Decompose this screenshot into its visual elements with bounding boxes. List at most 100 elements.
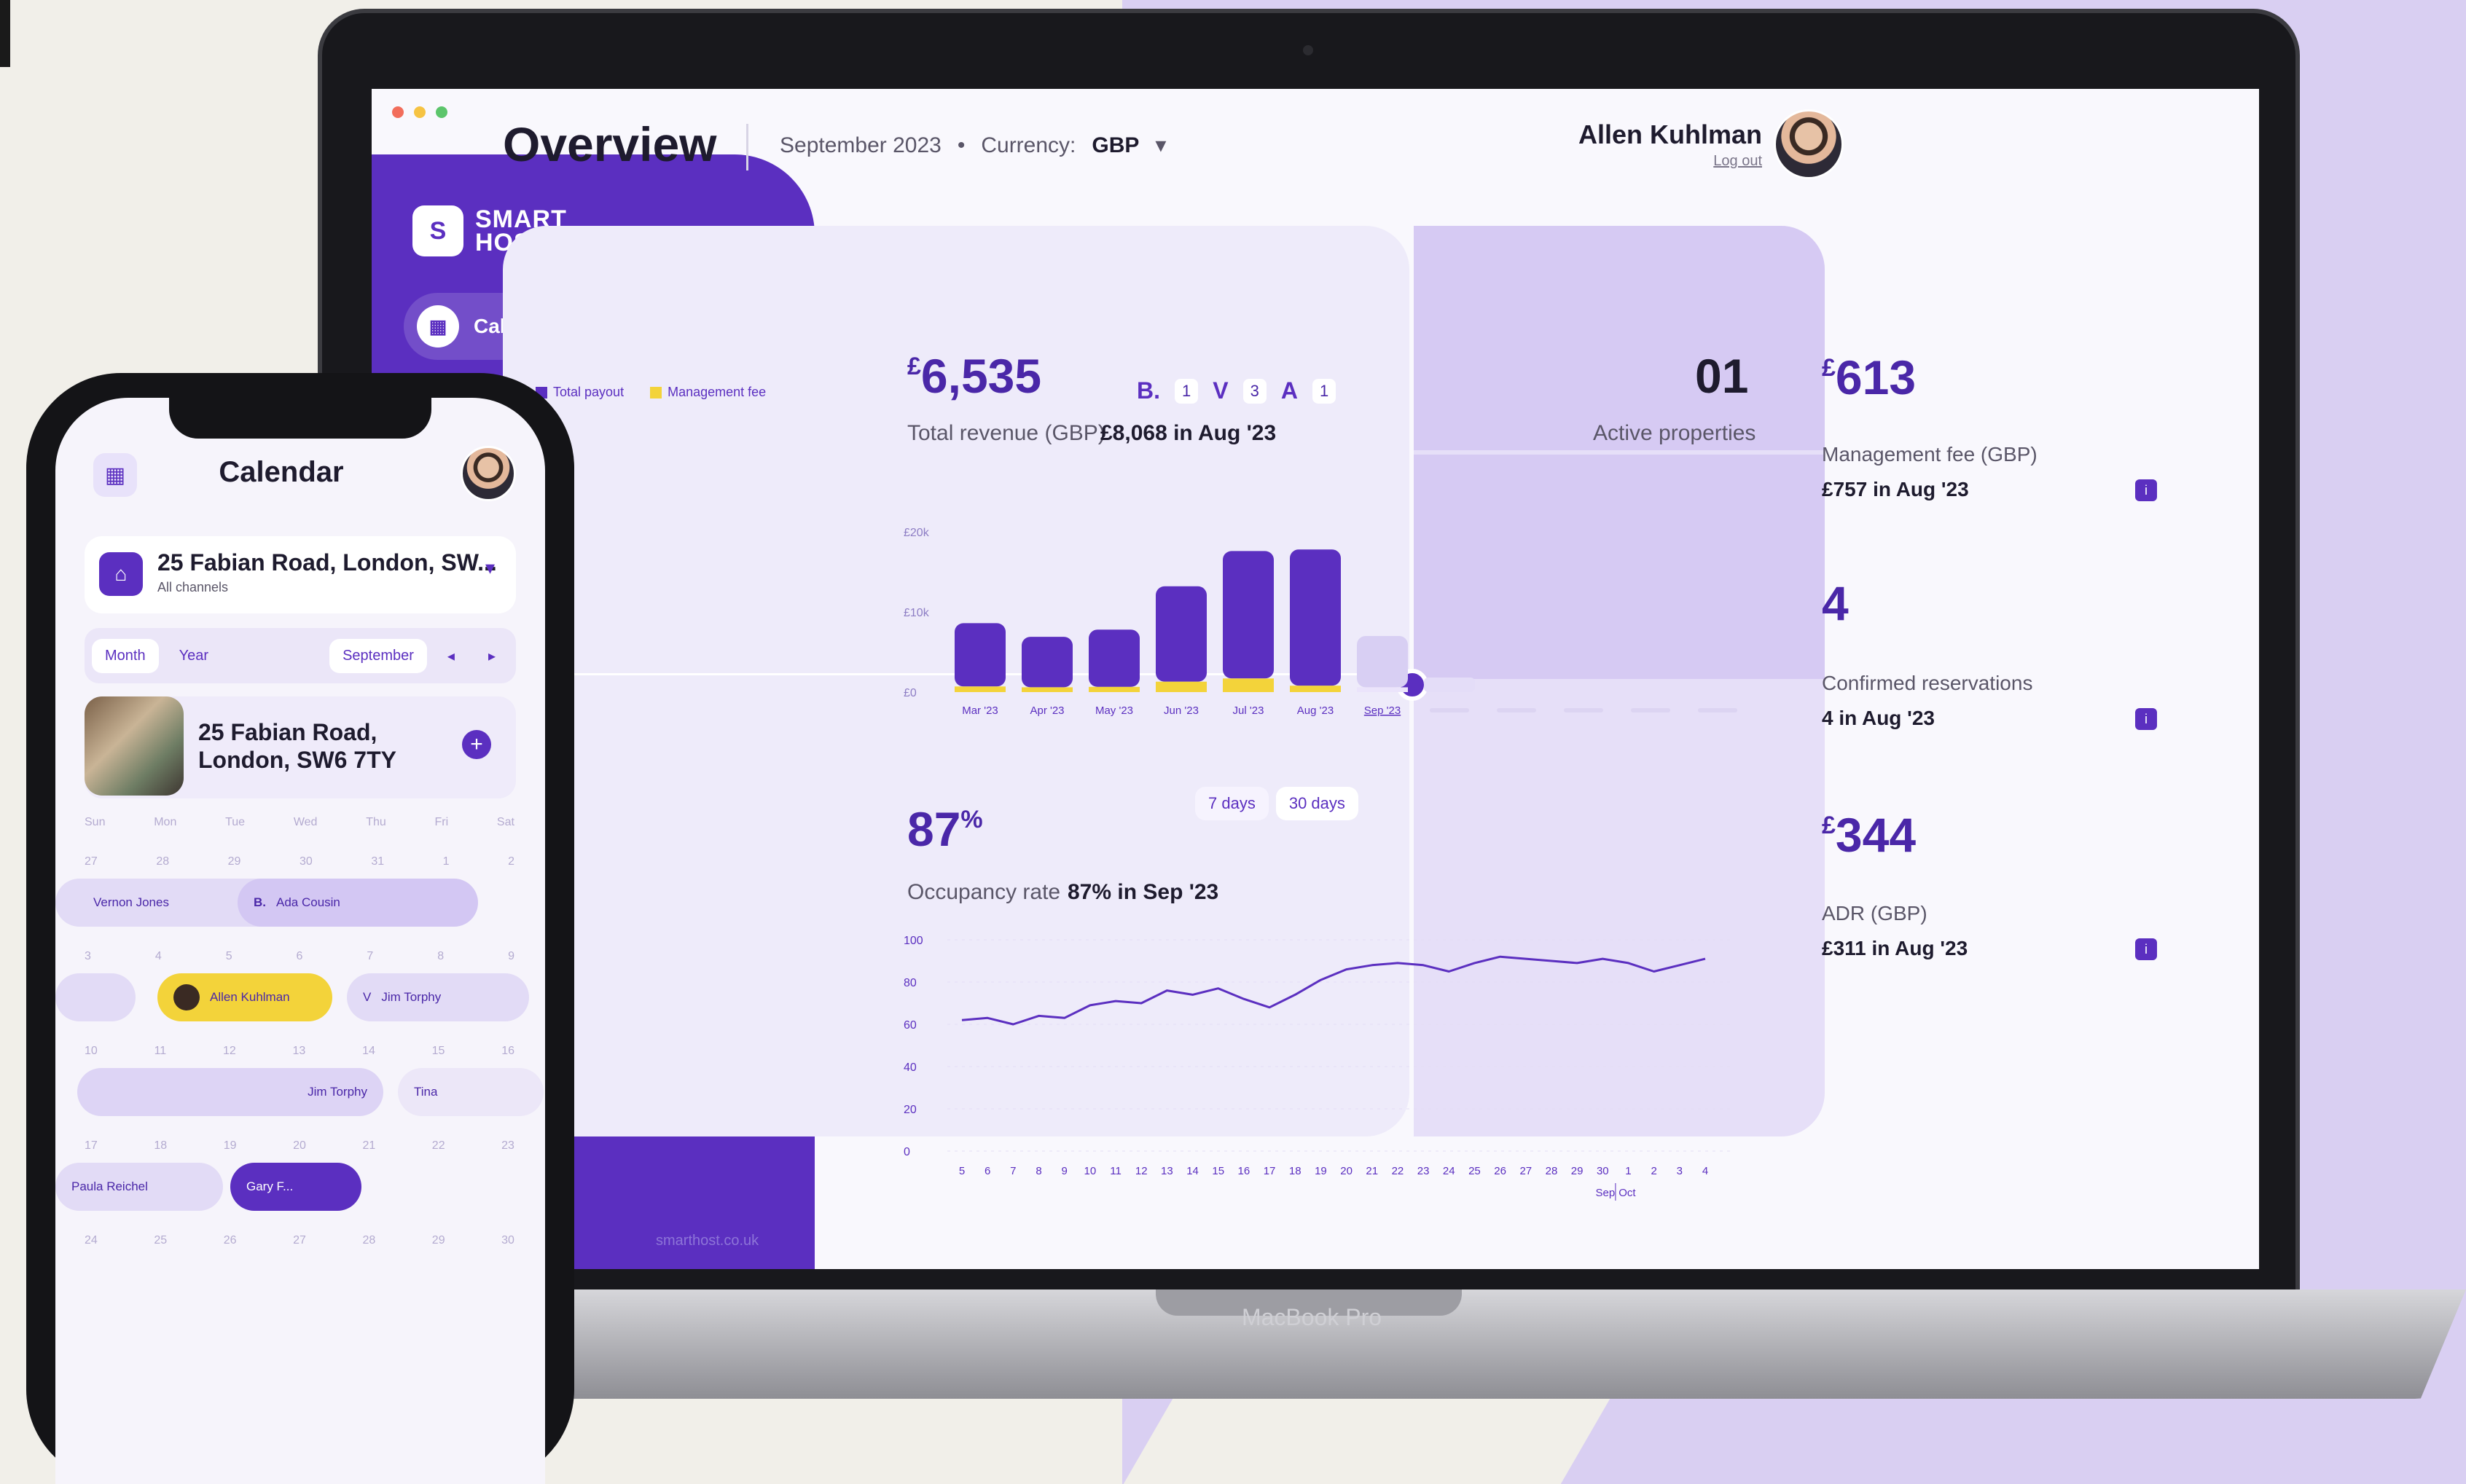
view-month-tab[interactable]: Month	[92, 638, 159, 673]
next-month-button[interactable]: ▸	[475, 638, 509, 674]
range-7-days[interactable]: 7 days	[1195, 787, 1269, 820]
calendar-day[interactable]: 16	[501, 1045, 514, 1058]
calendar-day[interactable]: 29	[228, 855, 241, 868]
y-tick-label: 20	[904, 1104, 917, 1116]
chevron-down-icon[interactable]: ▾	[1155, 133, 1166, 158]
calendar-day[interactable]: 5	[226, 950, 232, 963]
calendar-day[interactable]: Mon	[154, 816, 176, 829]
calendar-day[interactable]: 23	[501, 1139, 514, 1153]
booking-bar[interactable]	[55, 973, 136, 1021]
booking-bar[interactable]: Paula Reichel	[55, 1163, 223, 1211]
month-select[interactable]: September	[329, 638, 427, 673]
bar-fee[interactable]	[1290, 686, 1341, 692]
calendar-day[interactable]: 19	[224, 1139, 237, 1153]
bar-fee[interactable]	[1223, 678, 1274, 692]
calendar-day[interactable]: Fri	[435, 816, 449, 829]
bar-payout[interactable]	[1223, 551, 1274, 679]
calendar-day[interactable]: 30	[501, 1234, 514, 1247]
guest-name: Ada Cousin	[276, 895, 340, 909]
calendar-day[interactable]: Sun	[85, 816, 105, 829]
calendar-day[interactable]: 6	[297, 950, 303, 963]
calendar-day[interactable]: 24	[85, 1234, 98, 1247]
calendar-day[interactable]: 28	[156, 855, 169, 868]
header-meta: September 2023 • Currency: GBP ▾	[780, 133, 1166, 158]
bar-payout[interactable]	[1089, 629, 1140, 687]
calendar-day[interactable]: 2	[508, 855, 514, 868]
grid-icon[interactable]: ▦	[93, 453, 137, 497]
info-icon[interactable]: i	[2135, 938, 2157, 960]
bar-payout[interactable]	[1156, 586, 1207, 682]
calendar-day[interactable]: 3	[85, 950, 91, 963]
bar-payout[interactable]	[1290, 549, 1341, 686]
calendar-day[interactable]: Tue	[225, 816, 245, 829]
bar-fee[interactable]	[1022, 687, 1073, 692]
minimize-window-button[interactable]	[414, 106, 426, 118]
calendar-day[interactable]: 14	[362, 1045, 375, 1058]
calendar-day[interactable]: 28	[362, 1234, 375, 1247]
reservations-value: 4	[1822, 576, 1849, 630]
property-card[interactable]: 25 Fabian Road, London, SW6 7TY +	[85, 696, 516, 798]
bar-fee[interactable]	[1156, 681, 1207, 692]
calendar-day[interactable]: 7	[367, 950, 373, 963]
bar-payout[interactable]	[955, 623, 1006, 687]
management-fee-currency: £	[1822, 354, 1836, 382]
add-booking-button[interactable]: +	[462, 730, 491, 759]
booking-bar-highlight[interactable]: Allen Kuhlman	[157, 973, 332, 1021]
sidebar-footer-link[interactable]: smarthost.co.uk	[656, 1233, 759, 1249]
bar-fee[interactable]	[955, 686, 1006, 692]
bar-payout[interactable]	[1357, 636, 1408, 688]
calendar-day[interactable]: 4	[155, 950, 162, 963]
calendar-day[interactable]: 13	[293, 1045, 306, 1058]
calendar-day[interactable]: 22	[432, 1139, 445, 1153]
period-selector[interactable]: September 2023	[780, 133, 942, 158]
bar-fee[interactable]	[1357, 687, 1408, 692]
prev-month-button[interactable]: ◂	[434, 638, 468, 674]
calendar-day[interactable]: 21	[362, 1139, 375, 1153]
management-fee-label: Management fee (GBP)	[1822, 443, 2038, 466]
booking-bar-active[interactable]: Gary F...	[230, 1163, 361, 1211]
calendar-day[interactable]: 20	[293, 1139, 306, 1153]
booking-bar[interactable]: Jim Torphy	[77, 1068, 383, 1116]
calendar-day[interactable]: 9	[508, 950, 514, 963]
calendar-day[interactable]: 10	[85, 1045, 98, 1058]
avatar[interactable]	[1774, 109, 1844, 179]
calendar-day[interactable]: 31	[371, 855, 384, 868]
calendar-day[interactable]: 26	[224, 1234, 237, 1247]
calendar-day[interactable]: 11	[154, 1045, 167, 1058]
info-icon[interactable]: i	[2135, 708, 2157, 730]
avatar[interactable]	[461, 446, 516, 501]
calendar-day[interactable]: 12	[223, 1045, 236, 1058]
calendar-day[interactable]: 1	[443, 855, 450, 868]
calendar-day[interactable]: Wed	[294, 816, 318, 829]
currency-selector[interactable]: GBP	[1092, 133, 1139, 158]
calendar-day[interactable]: Sat	[497, 816, 514, 829]
booking-icon[interactable]: B.	[1137, 377, 1160, 404]
logout-link[interactable]: Log out	[1676, 153, 1762, 170]
occupancy-series-line[interactable]	[961, 955, 1706, 1026]
calendar-day[interactable]: 29	[432, 1234, 445, 1247]
x-tick-label: Jul '23	[1233, 704, 1264, 717]
maximize-window-button[interactable]	[436, 106, 447, 118]
close-window-button[interactable]	[392, 106, 404, 118]
x-tick-label: 12	[1135, 1165, 1148, 1177]
calendar-day[interactable]: 30	[300, 855, 313, 868]
calendar-day[interactable]: 25	[154, 1234, 167, 1247]
calendar-day[interactable]: 27	[293, 1234, 306, 1247]
calendar-day[interactable]: Thu	[366, 816, 386, 829]
booking-bar[interactable]: B. Ada Cousin	[238, 879, 478, 927]
vrbo-icon[interactable]: V	[1213, 377, 1228, 404]
booking-bar[interactable]: V Jim Torphy	[347, 973, 529, 1021]
bar-payout[interactable]	[1022, 637, 1073, 688]
calendar-day[interactable]: 18	[154, 1139, 167, 1153]
calendar-day[interactable]: 8	[437, 950, 444, 963]
calendar-day[interactable]: 17	[85, 1139, 98, 1153]
view-year-tab[interactable]: Year	[166, 639, 222, 673]
booking-bar[interactable]: Tina	[398, 1068, 544, 1116]
info-icon[interactable]: i	[2135, 479, 2157, 501]
calendar-day[interactable]: 27	[85, 855, 98, 868]
property-selector[interactable]: ⌂ 25 Fabian Road, London, SW... All chan…	[85, 536, 516, 613]
calendar-day[interactable]: 15	[432, 1045, 445, 1058]
airbnb-icon[interactable]: A	[1281, 377, 1298, 404]
bar-fee[interactable]	[1089, 686, 1140, 692]
range-30-days[interactable]: 30 days	[1275, 787, 1358, 820]
